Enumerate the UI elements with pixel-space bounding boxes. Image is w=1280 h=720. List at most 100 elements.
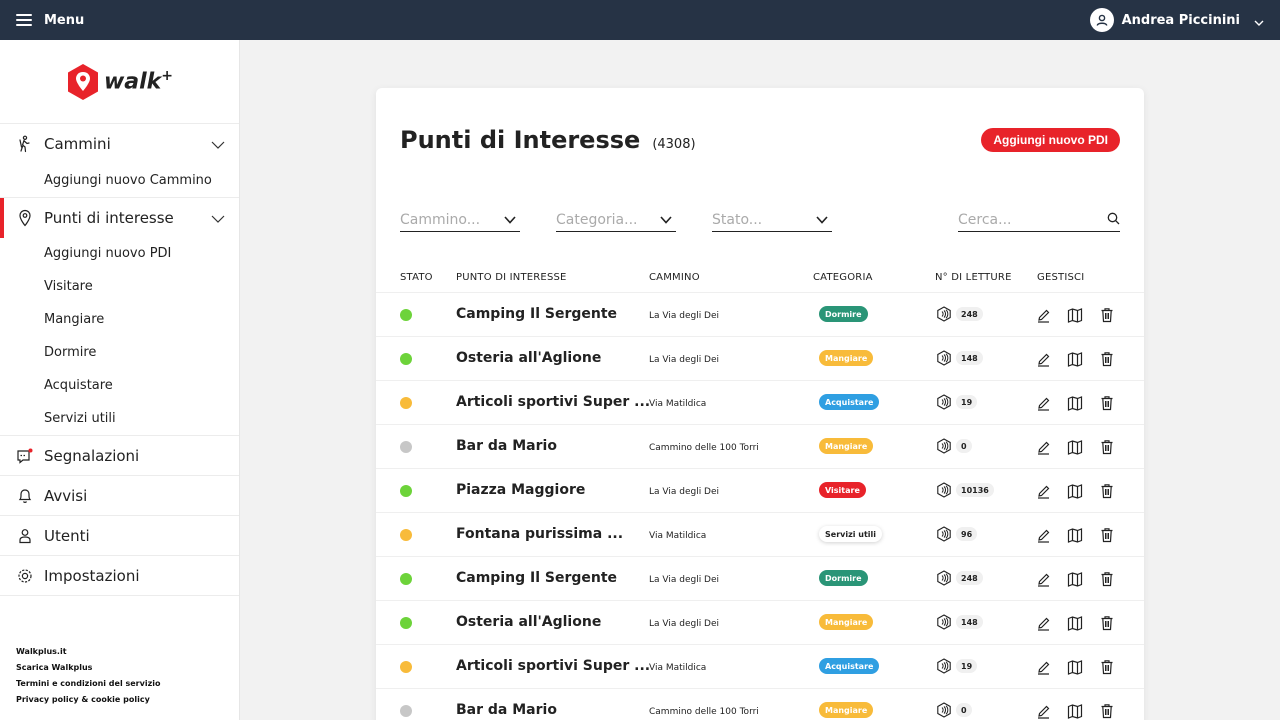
header-punto[interactable]: PUNTO DI INTERESSE: [456, 272, 567, 283]
filter-cammino[interactable]: Cammino...: [400, 208, 520, 232]
sidebar-sub-visitare[interactable]: Visitare: [0, 270, 239, 303]
map-icon[interactable]: [1066, 658, 1084, 676]
trash-icon[interactable]: [1098, 438, 1116, 456]
table-row[interactable]: Bar da Mario Cammino delle 100 Torri Mangi…: [376, 688, 1144, 720]
map-icon[interactable]: [1066, 306, 1084, 324]
table-row[interactable]: Osteria all'Aglione La Via degli Dei Mangi…: [376, 336, 1144, 380]
sidebar-sub-aggiungi-cammino[interactable]: Aggiungi nuovo Cammino: [0, 164, 239, 197]
logo[interactable]: walk+: [0, 40, 239, 124]
poi-name[interactable]: Camping Il Sergente: [456, 306, 617, 322]
map-icon[interactable]: [1066, 482, 1084, 500]
page-title: Punti di Interesse: [400, 126, 641, 154]
trash-icon[interactable]: [1098, 658, 1116, 676]
sidebar-sub-acquistare[interactable]: Acquistare: [0, 369, 239, 402]
sidebar-item-segnalazioni[interactable]: Segnalazioni: [0, 435, 239, 475]
poi-name[interactable]: Piazza Maggiore: [456, 482, 585, 498]
filter-categoria[interactable]: Categoria...: [556, 208, 676, 232]
footer-link-privacy[interactable]: Privacy policy & cookie policy: [16, 692, 160, 708]
map-icon[interactable]: [1066, 614, 1084, 632]
map-icon[interactable]: [1066, 350, 1084, 368]
pencil-icon[interactable]: [1034, 394, 1052, 412]
pencil-icon[interactable]: [1034, 438, 1052, 456]
poi-name[interactable]: Osteria all'Aglione: [456, 350, 601, 366]
sidebar: walk+ Cammini Aggiungi nuovo Cammino Pun…: [0, 40, 240, 720]
table-row[interactable]: Articoli sportivi Super ... Via Matildica…: [376, 644, 1144, 688]
trash-icon[interactable]: [1098, 482, 1116, 500]
sidebar-sub-aggiungi-pdi[interactable]: Aggiungi nuovo PDI: [0, 237, 239, 270]
trash-icon[interactable]: [1098, 702, 1116, 720]
bell-icon: [16, 487, 34, 505]
trash-icon[interactable]: [1098, 526, 1116, 544]
poi-name[interactable]: Fontana purissima ...: [456, 526, 623, 542]
user-menu[interactable]: Andrea Piccinini: [1089, 8, 1264, 32]
poi-name[interactable]: Camping Il Sergente: [456, 570, 617, 586]
search-icon[interactable]: [1107, 210, 1120, 229]
map-icon[interactable]: [1066, 526, 1084, 544]
pencil-icon[interactable]: [1034, 570, 1052, 588]
poi-name[interactable]: Articoli sportivi Super ...: [456, 658, 650, 674]
poi-name[interactable]: Articoli sportivi Super ...: [456, 394, 650, 410]
sidebar-sub-mangiare[interactable]: Mangiare: [0, 303, 239, 336]
sidebar-item-utenti[interactable]: Utenti: [0, 515, 239, 555]
pin-icon: [16, 209, 34, 227]
search-input[interactable]: [958, 211, 1088, 228]
gear-icon: [16, 567, 34, 585]
footer-link-walkplus[interactable]: Walkplus.it: [16, 644, 160, 660]
pencil-icon[interactable]: [1034, 526, 1052, 544]
sidebar-item-punti-interesse[interactable]: Punti di interesse: [0, 197, 239, 238]
sidebar-sub-servizi-utili[interactable]: Servizi utili: [0, 402, 239, 435]
menu-label: Menu: [44, 12, 85, 28]
sidebar-item-cammini[interactable]: Cammini: [0, 124, 239, 164]
trash-icon[interactable]: [1098, 306, 1116, 324]
status-dot: [400, 485, 412, 497]
map-icon[interactable]: [1066, 438, 1084, 456]
category-badge: Dormire: [819, 306, 868, 322]
pencil-icon[interactable]: [1034, 702, 1052, 720]
poi-name[interactable]: Bar da Mario: [456, 702, 557, 718]
table-row[interactable]: Camping Il Sergente La Via degli Dei Dormi…: [376, 556, 1144, 600]
menu-button[interactable]: Menu: [16, 13, 84, 28]
nfc-tag-icon: [936, 526, 952, 542]
map-icon[interactable]: [1066, 570, 1084, 588]
person-icon: [16, 527, 34, 545]
sidebar-sub-dormire[interactable]: Dormire: [0, 336, 239, 369]
table-row[interactable]: Piazza Maggiore La Via degli Dei Visitare 1…: [376, 468, 1144, 512]
header-stato[interactable]: STATO: [400, 272, 433, 283]
nfc-tag-icon: [936, 570, 952, 586]
table-row[interactable]: Osteria all'Aglione La Via degli Dei Mangi…: [376, 600, 1144, 644]
trash-icon[interactable]: [1098, 394, 1116, 412]
nfc-tag-icon: [936, 394, 952, 410]
trash-icon[interactable]: [1098, 614, 1116, 632]
nfc-tag-icon: [936, 702, 952, 718]
reads-count: 10136: [956, 483, 994, 497]
footer-link-termini[interactable]: Termini e condizioni del servizio: [16, 676, 160, 692]
filter-stato[interactable]: Stato...: [712, 208, 832, 232]
pencil-icon[interactable]: [1034, 350, 1052, 368]
pencil-icon[interactable]: [1034, 658, 1052, 676]
table-row[interactable]: Bar da Mario Cammino delle 100 Torri Mangi…: [376, 424, 1144, 468]
trash-icon[interactable]: [1098, 350, 1116, 368]
add-pdi-button[interactable]: Aggiungi nuovo PDI: [981, 128, 1120, 152]
table-row[interactable]: Camping Il Sergente La Via degli Dei Dormi…: [376, 292, 1144, 336]
header-cammino[interactable]: CAMMINO: [649, 272, 700, 283]
poi-cammino: La Via degli Dei: [649, 619, 720, 629]
map-icon[interactable]: [1066, 702, 1084, 720]
header-categoria[interactable]: CATEGORIA: [813, 272, 873, 283]
poi-name[interactable]: Bar da Mario: [456, 438, 557, 454]
footer-link-scarica[interactable]: Scarica Walkplus: [16, 660, 160, 676]
trash-icon[interactable]: [1098, 570, 1116, 588]
status-dot: [400, 617, 412, 629]
map-icon[interactable]: [1066, 394, 1084, 412]
sidebar-item-impostazioni[interactable]: Impostazioni: [0, 555, 239, 595]
title-row: Punti di Interesse (4308): [400, 126, 696, 154]
pencil-icon[interactable]: [1034, 614, 1052, 632]
chevron-down-icon: [816, 212, 828, 228]
pencil-icon[interactable]: [1034, 306, 1052, 324]
hiker-icon: [16, 135, 34, 153]
pencil-icon[interactable]: [1034, 482, 1052, 500]
sidebar-item-avvisi[interactable]: Avvisi: [0, 475, 239, 515]
header-letture[interactable]: N° DI LETTURE: [935, 272, 1012, 283]
table-row[interactable]: Fontana purissima ... Via Matildica Serviz…: [376, 512, 1144, 556]
poi-name[interactable]: Osteria all'Aglione: [456, 614, 601, 630]
table-row[interactable]: Articoli sportivi Super ... Via Matildica…: [376, 380, 1144, 424]
